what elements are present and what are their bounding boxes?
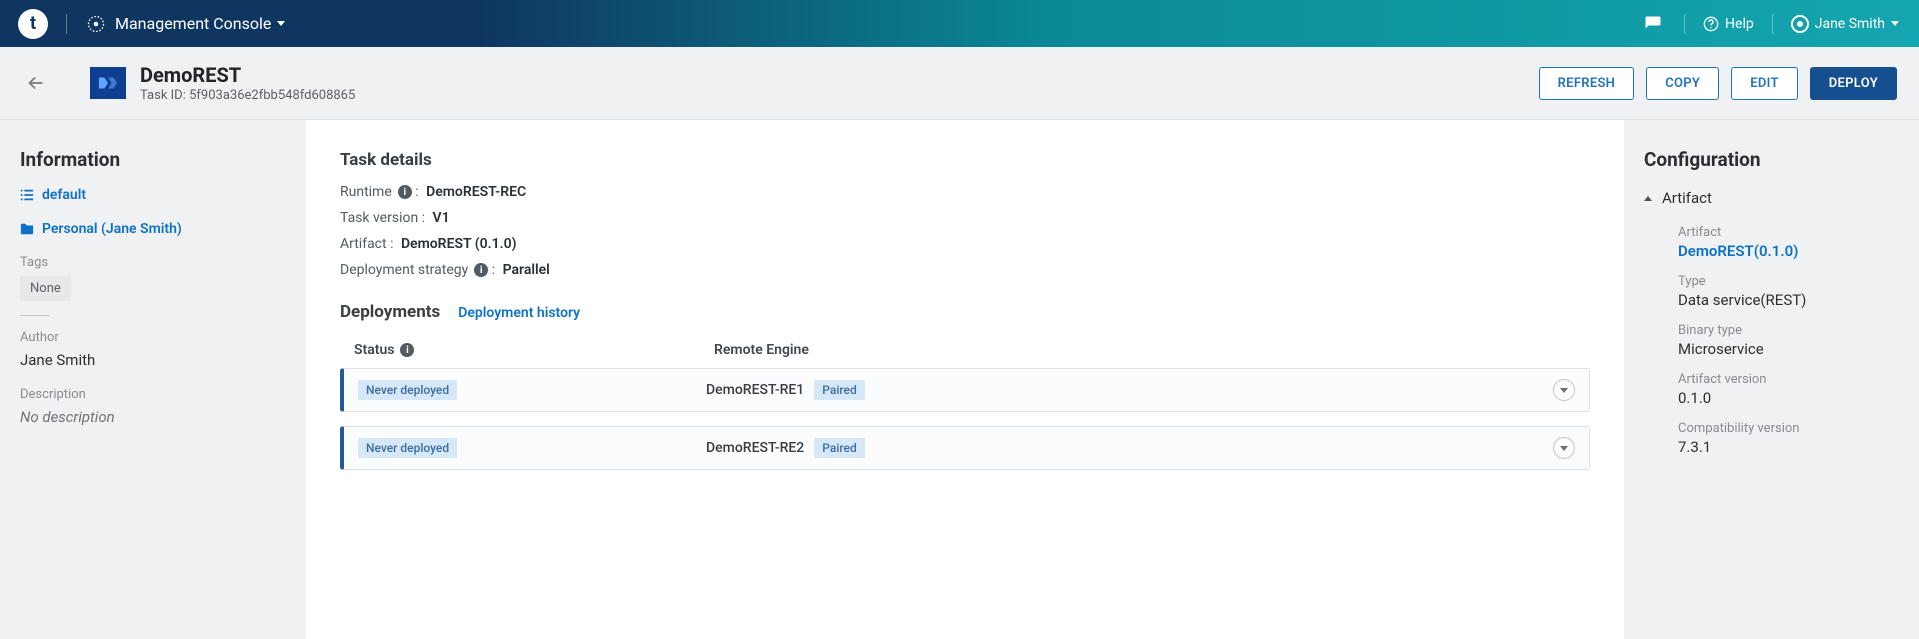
left-sidebar: Information default Personal (Jane Smith… xyxy=(0,120,306,639)
edit-button[interactable]: EDIT xyxy=(1731,67,1798,100)
chevron-down-icon xyxy=(1891,21,1899,26)
compat-version-label: Compatibility version xyxy=(1678,421,1899,436)
back-button[interactable] xyxy=(0,47,72,119)
artifact-version-value: 0.1.0 xyxy=(1678,389,1899,407)
logo-icon[interactable]: t xyxy=(18,9,48,39)
artifact-accordion[interactable]: Artifact xyxy=(1644,189,1899,207)
binary-type-value: Microservice xyxy=(1678,340,1899,358)
page-title: DemoREST xyxy=(140,64,355,86)
task-id-line: Task ID: 5f903a36e2fbb548fd608865 xyxy=(140,88,355,103)
artifact-row: Artifact : DemoREST (0.1.0) xyxy=(340,236,1590,252)
deployment-history-link[interactable]: Deployment history xyxy=(458,305,580,321)
deployment-row[interactable]: Never deployed DemoREST-RE1 Paired xyxy=(340,368,1590,412)
tags-none: None xyxy=(20,276,71,301)
user-name: Jane Smith xyxy=(1815,16,1885,32)
info-icon[interactable]: i xyxy=(400,343,414,357)
user-icon xyxy=(1791,15,1809,33)
binary-type-label: Binary type xyxy=(1678,323,1899,338)
help-label: Help xyxy=(1725,16,1754,32)
right-sidebar: Configuration Artifact Artifact DemoREST… xyxy=(1624,120,1919,639)
artifact-link[interactable]: DemoREST(0.1.0) xyxy=(1678,242,1899,260)
info-icon[interactable]: i xyxy=(474,263,488,277)
artifact-label: Artifact xyxy=(1678,225,1899,240)
copy-button[interactable]: COPY xyxy=(1646,67,1719,100)
environment-default-link[interactable]: default xyxy=(20,187,286,203)
type-value: Data service(REST) xyxy=(1678,291,1899,309)
configuration-heading: Configuration xyxy=(1644,148,1899,171)
tags-label: Tags xyxy=(20,255,286,270)
page-header: DemoREST Task ID: 5f903a36e2fbb548fd6088… xyxy=(0,47,1919,120)
runtime-row: Runtime i : DemoREST-REC xyxy=(340,184,1590,200)
deployment-strategy-row: Deployment strategy i : Parallel xyxy=(340,262,1590,278)
divider xyxy=(1684,14,1685,34)
description-label: Description xyxy=(20,387,286,402)
type-label: Type xyxy=(1678,274,1899,289)
author-label: Author xyxy=(20,330,286,345)
expand-row-button[interactable] xyxy=(1553,437,1575,459)
engine-name: DemoREST-RE1 xyxy=(706,382,804,398)
notifications-icon[interactable] xyxy=(1644,15,1662,33)
task-details-heading: Task details xyxy=(340,150,1590,170)
deploy-button[interactable]: DEPLOY xyxy=(1810,67,1897,100)
refresh-button[interactable]: REFRESH xyxy=(1539,67,1635,100)
folder-icon xyxy=(20,222,34,236)
divider xyxy=(1772,14,1773,34)
task-version-row: Task version : V1 xyxy=(340,210,1590,226)
status-badge: Never deployed xyxy=(358,438,457,458)
expand-row-button[interactable] xyxy=(1553,379,1575,401)
console-dropdown[interactable]: Management Console xyxy=(115,14,285,33)
top-bar: t Management Console Help Jane Smith xyxy=(0,0,1919,47)
console-label: Management Console xyxy=(115,14,271,33)
paired-badge: Paired xyxy=(814,380,864,400)
list-icon xyxy=(20,188,34,202)
artifact-version-label: Artifact version xyxy=(1678,372,1899,387)
column-status: Status i xyxy=(354,342,714,358)
help-link[interactable]: Help xyxy=(1703,16,1754,32)
paired-badge: Paired xyxy=(814,438,864,458)
workspace-personal-link[interactable]: Personal (Jane Smith) xyxy=(20,221,286,237)
nav-icon[interactable] xyxy=(85,13,107,35)
column-engine: Remote Engine xyxy=(714,342,1590,358)
divider xyxy=(20,315,50,316)
engine-name: DemoREST-RE2 xyxy=(706,440,804,456)
description-value: No description xyxy=(20,408,286,426)
deployment-row[interactable]: Never deployed DemoREST-RE2 Paired xyxy=(340,426,1590,470)
task-type-icon xyxy=(90,67,126,99)
deployments-heading: Deployments xyxy=(340,302,440,322)
author-value: Jane Smith xyxy=(20,351,286,369)
main-content: Task details Runtime i : DemoREST-REC Ta… xyxy=(306,120,1624,639)
caret-up-icon xyxy=(1644,196,1652,201)
information-heading: Information xyxy=(20,148,286,171)
status-badge: Never deployed xyxy=(358,380,457,400)
info-icon[interactable]: i xyxy=(398,185,412,199)
chevron-down-icon xyxy=(277,21,285,26)
compat-version-value: 7.3.1 xyxy=(1678,438,1899,456)
divider xyxy=(66,14,67,34)
user-menu[interactable]: Jane Smith xyxy=(1791,15,1899,33)
